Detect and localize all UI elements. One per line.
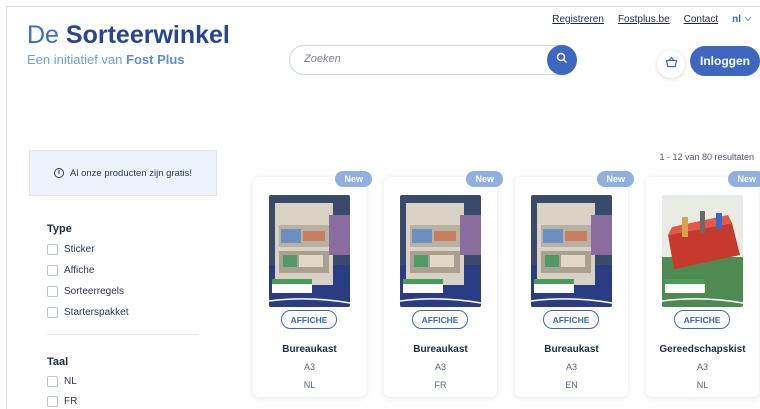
logo-prefix: De: [27, 21, 59, 49]
checkbox[interactable]: [47, 376, 58, 387]
product-name[interactable]: Bureaukast: [253, 344, 366, 355]
checkbox[interactable]: [47, 307, 58, 318]
filter-label: Affiche: [64, 265, 95, 276]
language-value: nl: [732, 14, 741, 25]
tagline-prefix: Een initiatief van: [27, 52, 123, 67]
filter-label: FR: [64, 396, 78, 407]
login-button[interactable]: Inloggen: [690, 46, 760, 76]
filter-label: Sticker: [64, 244, 95, 255]
notice-text: Al onze producten zijn gratis!: [70, 167, 192, 179]
filter-option-sorteerregels[interactable]: Sorteerregels: [47, 286, 124, 297]
category-tag: AFFICHE: [543, 310, 599, 329]
product-card[interactable]: New AFFICHE Bureaukast A3 FR: [384, 171, 503, 397]
filter-label: Starterspakket: [64, 307, 129, 318]
filter-option-nl[interactable]: NL: [47, 376, 77, 387]
product-format: A3: [565, 362, 577, 372]
product-card[interactable]: New AFFICHE Bureaukast A3 NL: [253, 171, 372, 397]
product-name[interactable]: Bureaukast: [384, 344, 497, 355]
category-tag: AFFICHE: [412, 310, 468, 329]
product-language: EN: [565, 380, 578, 390]
fostplus-link[interactable]: Fostplus.be: [618, 14, 670, 25]
language-selector[interactable]: nl: [732, 14, 752, 25]
product-format: A3: [303, 362, 315, 372]
checkbox[interactable]: [47, 286, 58, 297]
product-name[interactable]: Bureaukast: [515, 344, 628, 355]
category-tag: AFFICHE: [674, 310, 730, 329]
new-badge: New: [466, 171, 503, 187]
page: De Sorteerwinkel Een initiatief van Fost…: [6, 6, 760, 409]
site-logo[interactable]: De Sorteerwinkel: [27, 21, 230, 50]
search-button[interactable]: [547, 45, 577, 75]
filter-option-starterspakket[interactable]: Starterspakket: [47, 307, 128, 318]
info-icon: i: [54, 168, 64, 178]
product-format: A3: [434, 362, 446, 372]
product-card[interactable]: New AFFICHE Gereedschapskist A3 NL: [646, 171, 760, 397]
filter-title-language: Taal: [47, 356, 69, 368]
checkbox[interactable]: [47, 396, 58, 407]
filter-option-fr[interactable]: FR: [47, 396, 77, 407]
new-badge: New: [597, 171, 634, 187]
register-link[interactable]: Registreren: [552, 14, 604, 25]
filter-label: NL: [64, 376, 77, 387]
product-language: NL: [303, 380, 316, 390]
filter-option-affiche[interactable]: Affiche: [47, 265, 94, 276]
filter-label: Sorteerregels: [64, 286, 125, 297]
chevron-down-icon: [744, 15, 752, 24]
filter-title-type: Type: [47, 223, 72, 235]
search-icon: [556, 51, 568, 69]
product-name[interactable]: Gereedschapskist: [646, 344, 759, 355]
product-format: A3: [696, 362, 708, 372]
free-products-notice: i Al onze producten zijn gratis!: [29, 150, 217, 196]
tagline-brand: Fost Plus: [126, 52, 185, 67]
product-language: FR: [434, 380, 447, 390]
top-nav: Registreren Fostplus.be Contact nl: [552, 14, 752, 25]
product-image: [400, 195, 481, 307]
product-card[interactable]: New AFFICHE Bureaukast A3 EN: [515, 171, 634, 397]
product-image: [531, 195, 612, 307]
filter-divider: [47, 334, 199, 335]
checkbox[interactable]: [47, 244, 58, 255]
contact-link[interactable]: Contact: [684, 14, 718, 25]
category-tag: AFFICHE: [281, 310, 337, 329]
product-image: [269, 195, 350, 307]
filter-option-sticker[interactable]: Sticker: [47, 244, 95, 255]
basket-icon: [665, 55, 678, 73]
logo-name: Sorteerwinkel: [65, 21, 230, 49]
search-bar: [289, 45, 577, 75]
site-tagline: Een initiatief van Fost Plus: [27, 52, 185, 67]
product-language: NL: [696, 380, 709, 390]
checkbox[interactable]: [47, 265, 58, 276]
cart-button[interactable]: [657, 50, 685, 78]
new-badge: New: [728, 171, 760, 187]
product-image: [662, 195, 743, 307]
new-badge: New: [335, 171, 372, 187]
results-count: 1 - 12 van 80 resultaten: [659, 152, 754, 162]
search-input[interactable]: [304, 53, 534, 65]
